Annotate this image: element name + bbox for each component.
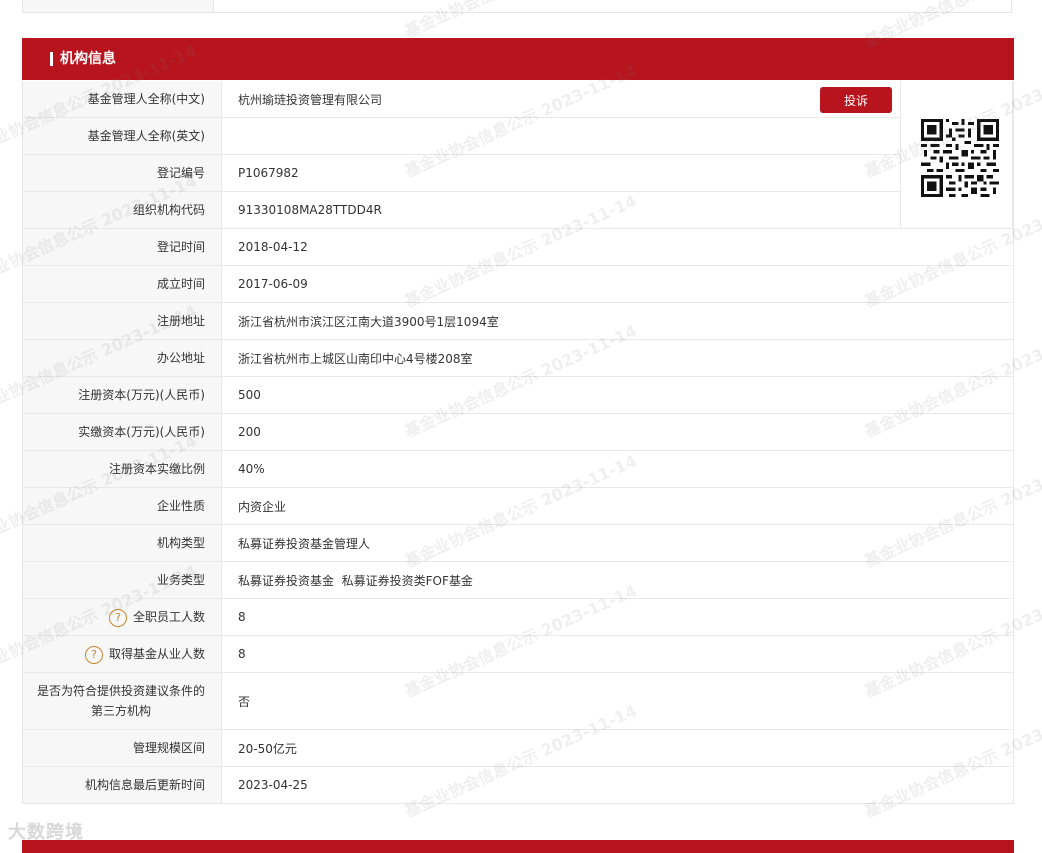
- row-value: 杭州瑜琏投资管理有限公司: [221, 81, 1014, 118]
- row-label: 登记编号: [22, 154, 222, 192]
- row-label: 注册资本实缴比例: [22, 450, 222, 488]
- row-label: 组织机构代码: [22, 191, 222, 229]
- row-value: 私募证券投资基金 私募证券投资类FOF基金: [221, 561, 1014, 599]
- row-label-with-help: ? 全职员工人数: [22, 598, 222, 636]
- qr-code-icon: [921, 119, 999, 197]
- row-label: 实缴资本(万元)(人民币): [22, 413, 222, 451]
- logo: 大数跨境: [8, 822, 84, 843]
- row-value: 私募证券投资基金管理人: [221, 524, 1014, 562]
- table-row: 机构类型 私募证券投资基金管理人: [22, 524, 1014, 562]
- table-row: 注册资本实缴比例 40%: [22, 450, 1014, 488]
- row-label: 管理规模区间: [22, 729, 222, 767]
- table-row: 机构信息最后更新时间 2023-04-25: [22, 766, 1014, 804]
- table-row: 基金管理人全称(英文): [22, 117, 1014, 155]
- table-row: ? 全职员工人数 8: [22, 598, 1014, 636]
- previous-table-label-cell: [23, 0, 214, 12]
- complain-button[interactable]: 投诉: [820, 87, 892, 113]
- table-row: 是否为符合提供投资建议条件的第三方机构 否: [22, 672, 1014, 730]
- row-value: 否: [221, 672, 1014, 730]
- previous-table-remnant: [22, 0, 1012, 13]
- section-header-bar: [50, 52, 53, 66]
- table-row: 登记编号 P1067982: [22, 154, 1014, 192]
- row-value: 8: [221, 635, 1014, 673]
- section-title: 机构信息: [60, 51, 116, 67]
- table-row: 企业性质 内资企业: [22, 487, 1014, 525]
- row-value: 8: [221, 598, 1014, 636]
- table-row: 业务类型 私募证券投资基金 私募证券投资类FOF基金: [22, 561, 1014, 599]
- row-label: 登记时间: [22, 228, 222, 266]
- row-label: 是否为符合提供投资建议条件的第三方机构: [22, 672, 222, 730]
- row-label: 注册地址: [22, 302, 222, 340]
- table-row: ? 取得基金从业人数 8: [22, 635, 1014, 673]
- org-info-table: 基金管理人全称(中文) 杭州瑜琏投资管理有限公司 基金管理人全称(英文) 登记编…: [22, 81, 1014, 804]
- table-row: 成立时间 2017-06-09: [22, 265, 1014, 303]
- section-header-org-info: 机构信息: [22, 38, 1014, 80]
- row-label: 成立时间: [22, 265, 222, 303]
- table-row: 组织机构代码 91330108MA28TTDD4R: [22, 191, 1014, 229]
- row-label: 全职员工人数: [132, 610, 205, 624]
- table-row: 注册资本(万元)(人民币) 500: [22, 376, 1014, 414]
- row-value: 500: [221, 376, 1014, 414]
- row-label: 基金管理人全称(英文): [22, 117, 222, 155]
- row-value: 2017-06-09: [221, 265, 1014, 303]
- row-label-with-help: ? 取得基金从业人数: [22, 635, 222, 673]
- table-row: 注册地址 浙江省杭州市滨江区江南大道3900号1层1094室: [22, 302, 1014, 340]
- row-value: 40%: [221, 450, 1014, 488]
- qr-code-panel: [900, 81, 1013, 229]
- row-value: [221, 117, 1014, 155]
- table-row: 办公地址 浙江省杭州市上城区山南印中心4号楼208室: [22, 339, 1014, 377]
- row-value: P1067982: [221, 154, 1014, 192]
- row-value: 浙江省杭州市滨江区江南大道3900号1层1094室: [221, 302, 1014, 340]
- row-value: 2018-04-12: [221, 228, 1014, 266]
- next-section-header: [22, 840, 1014, 853]
- row-value: 2023-04-25: [221, 766, 1014, 804]
- row-value: 浙江省杭州市上城区山南印中心4号楼208室: [221, 339, 1014, 377]
- row-label: 办公地址: [22, 339, 222, 377]
- help-circle-icon[interactable]: ?: [108, 608, 127, 627]
- row-value: 91330108MA28TTDD4R: [221, 191, 1014, 229]
- row-label: 注册资本(万元)(人民币): [22, 376, 222, 414]
- row-value: 20-50亿元: [221, 729, 1014, 767]
- help-circle-icon[interactable]: ?: [84, 645, 103, 664]
- row-label: 企业性质: [22, 487, 222, 525]
- page: 机构信息 基金管理人全称(中文) 杭州瑜琏投资管理有限公司 基金管理人全称(英文…: [0, 0, 1042, 853]
- table-row: 管理规模区间 20-50亿元: [22, 729, 1014, 767]
- row-label: 基金管理人全称(中文): [22, 81, 222, 118]
- table-row: 登记时间 2018-04-12: [22, 228, 1014, 266]
- table-row: 实缴资本(万元)(人民币) 200: [22, 413, 1014, 451]
- row-label: 取得基金从业人数: [108, 647, 205, 661]
- row-label: 机构信息最后更新时间: [22, 766, 222, 804]
- row-value: 内资企业: [221, 487, 1014, 525]
- row-label: 业务类型: [22, 561, 222, 599]
- row-value: 200: [221, 413, 1014, 451]
- row-label: 机构类型: [22, 524, 222, 562]
